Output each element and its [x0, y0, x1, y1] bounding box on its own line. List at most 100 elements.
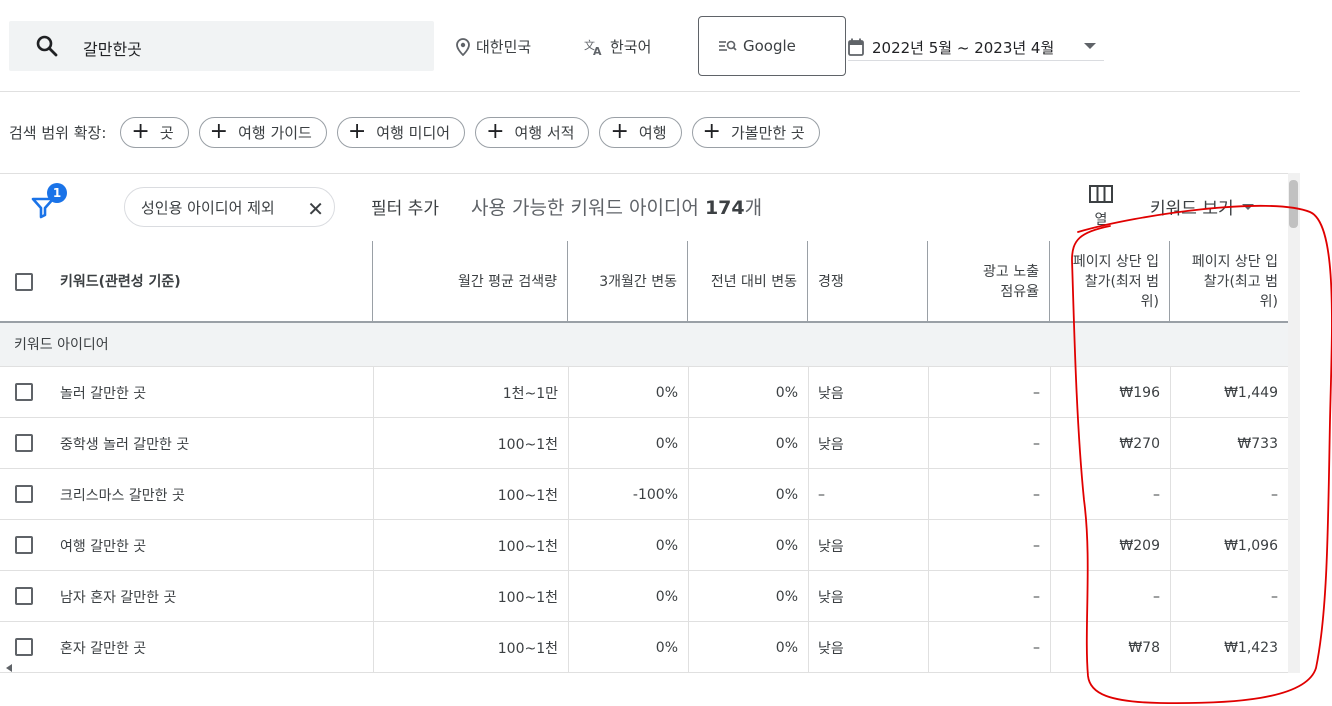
- chip-label: 여행: [638, 123, 667, 142]
- cell-bid-high: ₩1,449: [1224, 384, 1278, 401]
- search-network-icon: [719, 40, 737, 51]
- cell-bid-high: –: [1271, 588, 1278, 605]
- cell-bid-low: ₩270: [1119, 435, 1160, 452]
- top-bar: 갈만한곳 대한민국 文A 한국어 Google 2022년 5월 ~ 2023년…: [0, 0, 1300, 92]
- cell-keyword: 남자 혼자 갈만한 곳: [60, 589, 177, 606]
- location-pin-icon: [456, 37, 470, 56]
- expand-search-row: 검색 범위 확장: + 곳 + 여행 가이드 + 여행 미디어 + 여행 서적 + 여행 …: [9, 116, 830, 148]
- cell-monthly-searches: 100~1천: [497, 538, 558, 555]
- calendar-icon: [848, 38, 864, 56]
- filter-chip-label: 성인용 아이디어 제외: [141, 198, 275, 217]
- expand-chip[interactable]: + 여행 서적: [475, 116, 590, 148]
- plus-icon: +: [131, 119, 150, 144]
- chip-label: 가볼만한 곳: [730, 123, 805, 142]
- table-row[interactable]: 남자 혼자 갈만한 곳 100~1천 0% 0% 낮음 – – –: [0, 571, 1288, 622]
- expand-chip[interactable]: + 여행 미디어: [336, 116, 466, 148]
- vertical-scrollbar[interactable]: [1288, 173, 1300, 673]
- expand-chip[interactable]: + 여행 가이드: [198, 116, 327, 148]
- cell-impression-share: –: [1033, 537, 1040, 554]
- cell-competition: 낮음: [818, 640, 844, 657]
- cell-impression-share: –: [1033, 639, 1040, 656]
- cell-three-month-change: 0%: [655, 639, 678, 656]
- search-network-label: Google: [743, 37, 796, 55]
- cell-impression-share: –: [1033, 486, 1040, 503]
- chip-label: 여행 미디어: [376, 123, 451, 142]
- cell-monthly-searches: 100~1천: [497, 640, 558, 657]
- count-number: 174: [704, 197, 745, 219]
- search-icon: [36, 35, 58, 57]
- table-row[interactable]: 혼자 갈만한 곳 100~1천 0% 0% 낮음 – ₩78 ₩1,423: [0, 622, 1288, 673]
- cell-bid-high: ₩1,423: [1224, 639, 1278, 656]
- cell-bid-high: ₩1,096: [1224, 537, 1278, 554]
- filter-chip-adult[interactable]: 성인용 아이디어 제외 ✕: [124, 187, 335, 227]
- plus-icon: +: [610, 119, 629, 144]
- location-selector[interactable]: 대한민국: [456, 36, 531, 57]
- header-impression-share[interactable]: 광고 노출 점유율: [928, 241, 1050, 323]
- table-row[interactable]: 놀러 갈만한 곳 1천~1만 0% 0% 낮음 – ₩196 ₩1,449: [0, 367, 1288, 418]
- cell-three-month-change: 0%: [655, 537, 678, 554]
- header-monthly-searches[interactable]: 월간 평균 검색량: [373, 241, 568, 323]
- location-label: 대한민국: [476, 38, 532, 56]
- keyword-view-label: 키워드 보기: [1150, 199, 1234, 219]
- expand-label: 검색 범위 확장:: [9, 123, 107, 142]
- chip-label: 여행 서적: [514, 123, 575, 142]
- chevron-down-icon: [1241, 203, 1254, 210]
- cell-competition: –: [818, 486, 825, 503]
- expand-chip[interactable]: + 가볼만한 곳: [691, 116, 820, 148]
- columns-button[interactable]: 열: [1087, 185, 1115, 229]
- search-query: 갈만한곳: [83, 40, 142, 59]
- keyword-table: 키워드(관련성 기준) 월간 평균 검색량 3개월간 변동 전년 대비 변동 경…: [0, 241, 1288, 673]
- cell-yoy-change: 0%: [775, 639, 798, 656]
- scrollbar-thumb[interactable]: [1289, 180, 1298, 228]
- cell-bid-low: ₩196: [1119, 384, 1160, 401]
- filter-count-badge: 1: [47, 183, 67, 203]
- date-range-selector[interactable]: 2022년 5월 ~ 2023년 4월: [848, 34, 1104, 61]
- header-bid-low[interactable]: 페이지 상단 입찰가(최저 범위): [1050, 241, 1170, 323]
- cell-keyword: 크리스마스 갈만한 곳: [60, 487, 185, 504]
- cell-yoy-change: 0%: [775, 537, 798, 554]
- header-bid-low-label: 페이지 상단 입찰가(최저 범위): [1072, 254, 1159, 310]
- cell-monthly-searches: 1천~1만: [502, 385, 558, 402]
- add-filter-button[interactable]: 필터 추가: [371, 194, 439, 219]
- keyword-view-dropdown[interactable]: 키워드 보기: [1150, 194, 1254, 219]
- expand-chip[interactable]: + 곳: [120, 116, 189, 148]
- cell-monthly-searches: 100~1천: [497, 589, 558, 606]
- cell-monthly-searches: 100~1천: [497, 436, 558, 453]
- chip-label: 여행 가이드: [238, 123, 312, 142]
- group-label: 키워드 아이디어: [14, 337, 109, 353]
- chip-label: 곳: [159, 123, 174, 142]
- search-network-button[interactable]: Google: [698, 16, 846, 76]
- close-icon[interactable]: ✕: [307, 197, 324, 221]
- scroll-left-icon[interactable]: [6, 664, 12, 672]
- table-row[interactable]: 중학생 놀러 갈만한 곳 100~1천 0% 0% 낮음 – ₩270 ₩733: [0, 418, 1288, 469]
- cell-bid-low: –: [1153, 588, 1160, 605]
- cell-yoy-change: 0%: [775, 435, 798, 452]
- header-competition[interactable]: 경쟁: [808, 241, 928, 323]
- cell-yoy-change: 0%: [775, 588, 798, 605]
- search-input[interactable]: 갈만한곳: [9, 21, 434, 71]
- header-keyword[interactable]: 키워드(관련성 기준): [0, 241, 373, 323]
- cell-impression-share: –: [1033, 588, 1040, 605]
- cell-keyword: 여행 갈만한 곳: [60, 538, 147, 555]
- count-prefix: 사용 가능한 키워드 아이디어: [471, 197, 699, 219]
- cell-bid-high: ₩733: [1237, 435, 1278, 452]
- cell-bid-low: ₩78: [1128, 639, 1160, 656]
- table-row[interactable]: 크리스마스 갈만한 곳 100~1천 -100% 0% – – – –: [0, 469, 1288, 520]
- table-row[interactable]: 여행 갈만한 곳 100~1천 0% 0% 낮음 – ₩209 ₩1,096: [0, 520, 1288, 571]
- cell-bid-low: –: [1153, 486, 1160, 503]
- header-bid-high-label: 페이지 상단 입찰가(최고 범위): [1191, 254, 1278, 310]
- keyword-count: 사용 가능한 키워드 아이디어 174개: [471, 193, 762, 220]
- header-bid-high[interactable]: 페이지 상단 입찰가(최고 범위): [1170, 241, 1288, 323]
- language-label: 한국어: [610, 38, 652, 56]
- cell-yoy-change: 0%: [775, 384, 798, 401]
- header-yoy-change[interactable]: 전년 대비 변동: [688, 241, 808, 323]
- count-suffix: 개: [744, 197, 763, 219]
- svg-text:A: A: [593, 45, 602, 56]
- cell-keyword: 중학생 놀러 갈만한 곳: [60, 436, 190, 453]
- expand-chip[interactable]: + 여행: [599, 116, 682, 148]
- plus-icon: +: [347, 119, 367, 144]
- header-three-month-change[interactable]: 3개월간 변동: [568, 241, 688, 323]
- columns-label: 열: [1094, 212, 1108, 228]
- language-selector[interactable]: 文A 한국어: [584, 36, 651, 57]
- cell-competition: 낮음: [818, 385, 844, 402]
